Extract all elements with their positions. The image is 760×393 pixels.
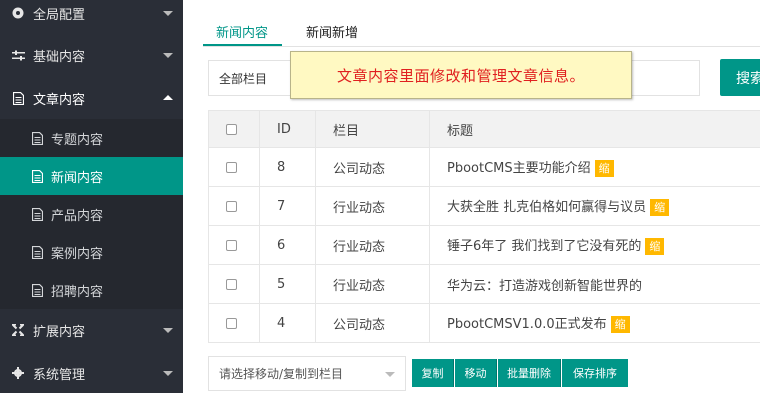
nav-group-label: 文章内容 — [33, 92, 86, 108]
callout-annotation: 文章内容里面修改和管理文章信息。 — [290, 51, 632, 99]
checkbox-cell — [208, 264, 260, 304]
news-table: ID 栏目 标题 8 公司动态 PbootCMS主要功能介绍缩 7 行业动态 大… — [208, 110, 760, 343]
chevron-down-icon — [163, 11, 173, 16]
nav-group-basic-content[interactable]: 基础内容 — [0, 34, 183, 76]
document-icon — [11, 91, 25, 105]
thumbnail-tag: 缩 — [610, 316, 630, 333]
chevron-down-icon — [163, 371, 173, 376]
document-icon — [32, 207, 43, 221]
move-copy-select-value: 请选择移动/复制到栏目 — [219, 367, 344, 381]
checkbox-cell — [208, 147, 260, 187]
sidebar-item-special[interactable]: 专题内容 — [0, 119, 183, 157]
header-checkbox-cell — [208, 110, 260, 148]
expand-icon — [11, 323, 25, 337]
sidebar-item-label: 专题内容 — [51, 132, 104, 148]
document-icon — [32, 131, 43, 145]
category-cell: 公司动态 — [315, 147, 430, 187]
table-header-row: ID 栏目 标题 — [208, 110, 760, 148]
row-checkbox[interactable] — [226, 278, 237, 290]
nav-group-system[interactable]: 系统管理 — [0, 352, 183, 393]
sidebar-item-recruit[interactable]: 招聘内容 — [0, 271, 183, 309]
move-button[interactable]: 移动 — [455, 359, 497, 387]
title-text[interactable]: 大获全胜 扎克伯格如何赢得与议员 — [447, 200, 646, 215]
table-row: 6 行业动态 锤子6年了 我们找到了它没有死的缩 — [208, 225, 760, 265]
gear-icon — [11, 366, 25, 380]
sliders-icon — [11, 48, 25, 62]
row-checkbox[interactable] — [226, 200, 237, 212]
nav-group-label: 系统管理 — [33, 367, 86, 383]
document-icon — [32, 283, 43, 297]
sidebar-item-product[interactable]: 产品内容 — [0, 195, 183, 233]
chevron-down-icon — [163, 53, 173, 58]
gear-circle-icon — [11, 6, 25, 20]
sidebar-item-label: 产品内容 — [51, 208, 104, 224]
nav-group-label: 扩展内容 — [33, 324, 86, 340]
sidebar-item-news[interactable]: 新闻内容 — [0, 157, 183, 195]
id-cell: 7 — [259, 186, 316, 226]
save-order-button[interactable]: 保存排序 — [562, 359, 628, 387]
row-checkbox[interactable] — [226, 317, 237, 329]
table-row: 8 公司动态 PbootCMS主要功能介绍缩 — [208, 147, 760, 187]
sidebar: 全局配置 基础内容 文章内容 专题内容 新闻内容 产品内容 案例内容 招聘内容 — [0, 0, 183, 393]
row-checkbox[interactable] — [226, 161, 237, 173]
sidebar-item-case[interactable]: 案例内容 — [0, 233, 183, 271]
id-cell: 8 — [259, 147, 316, 187]
category-cell: 行业动态 — [315, 225, 430, 265]
sidebar-item-label: 新闻内容 — [51, 170, 104, 186]
category-cell: 公司动态 — [315, 303, 430, 343]
chevron-up-icon — [163, 95, 173, 100]
search-button[interactable]: 搜索 — [720, 59, 760, 96]
sidebar-item-label: 招聘内容 — [51, 284, 104, 300]
id-cell: 5 — [259, 264, 316, 304]
title-text[interactable]: PbootCMS主要功能介绍 — [447, 161, 591, 176]
title-cell: 华为云：打造游戏创新智能世界的 — [429, 264, 760, 304]
document-icon — [32, 245, 43, 259]
checkbox-cell — [208, 186, 260, 226]
tab-active-indicator — [203, 44, 282, 46]
chevron-down-icon — [163, 328, 173, 333]
title-text[interactable]: PbootCMSV1.0.0正式发布 — [447, 317, 607, 332]
checkbox-cell — [208, 303, 260, 343]
table-row: 4 公司动态 PbootCMSV1.0.0正式发布缩 — [208, 303, 760, 343]
row-checkbox[interactable] — [226, 239, 237, 251]
document-icon — [32, 169, 43, 183]
thumbnail-tag: 缩 — [594, 160, 614, 177]
header-id: ID — [259, 110, 316, 148]
batch-delete-button[interactable]: 批量删除 — [498, 359, 561, 387]
header-category: 栏目 — [315, 110, 430, 148]
title-cell: PbootCMS主要功能介绍缩 — [429, 147, 760, 187]
thumbnail-tag: 缩 — [650, 199, 670, 216]
header-title: 标题 — [429, 110, 760, 148]
select-all-checkbox[interactable] — [226, 123, 237, 135]
tab-news-add[interactable]: 新闻新增 — [306, 22, 358, 41]
table-row: 7 行业动态 大获全胜 扎克伯格如何赢得与议员缩 — [208, 186, 760, 226]
table-row: 5 行业动态 华为云：打造游戏创新智能世界的 — [208, 264, 760, 304]
title-text[interactable]: 锤子6年了 我们找到了它没有死的 — [447, 239, 641, 254]
move-copy-target-select[interactable]: 请选择移动/复制到栏目 — [208, 356, 406, 391]
nav-group-extend-content[interactable]: 扩展内容 — [0, 309, 183, 351]
thumbnail-tag: 缩 — [645, 238, 665, 255]
checkbox-cell — [208, 225, 260, 265]
title-cell: 大获全胜 扎克伯格如何赢得与议员缩 — [429, 186, 760, 226]
chevron-down-icon — [385, 372, 395, 377]
id-cell: 4 — [259, 303, 316, 343]
nav-group-label: 基础内容 — [33, 49, 86, 65]
category-cell: 行业动态 — [315, 186, 430, 226]
nav-group-label: 全局配置 — [33, 7, 86, 23]
title-cell: 锤子6年了 我们找到了它没有死的缩 — [429, 225, 760, 265]
sidebar-item-label: 案例内容 — [51, 246, 104, 262]
nav-group-global-config[interactable]: 全局配置 — [0, 0, 183, 34]
nav-group-article-content[interactable]: 文章内容 — [0, 77, 183, 119]
title-cell: PbootCMSV1.0.0正式发布缩 — [429, 303, 760, 343]
category-cell: 行业动态 — [315, 264, 430, 304]
id-cell: 6 — [259, 225, 316, 265]
tab-divider — [203, 46, 760, 47]
tab-news-list[interactable]: 新闻内容 — [216, 22, 268, 41]
title-text[interactable]: 华为云：打造游戏创新智能世界的 — [447, 279, 642, 294]
category-filter-value: 全部栏目 — [219, 71, 268, 86]
copy-button[interactable]: 复制 — [412, 359, 454, 387]
